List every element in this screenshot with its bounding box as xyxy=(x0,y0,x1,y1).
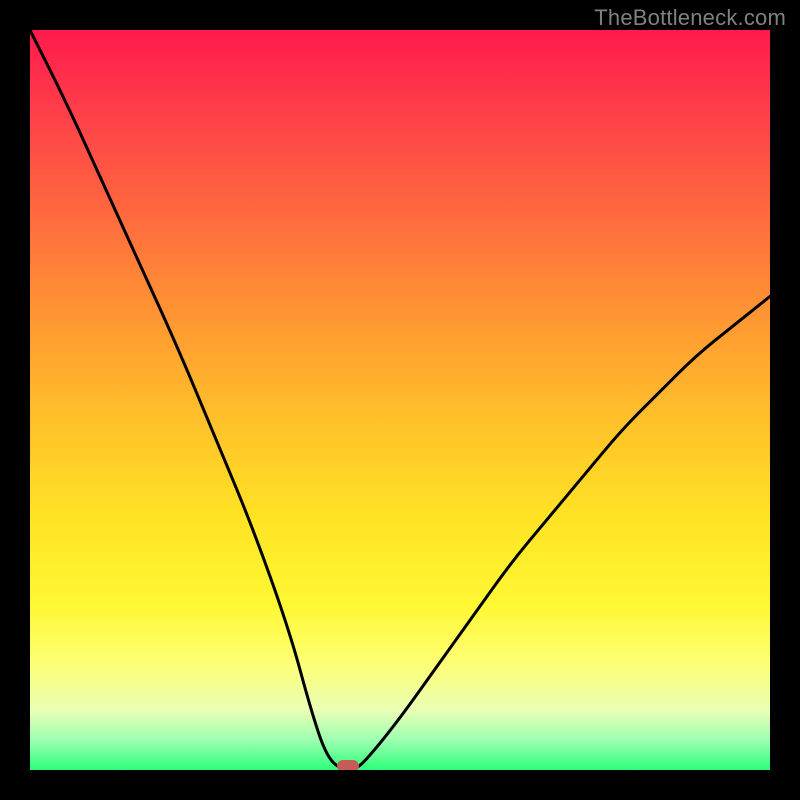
optimum-marker xyxy=(337,760,359,770)
watermark-text: TheBottleneck.com xyxy=(594,5,786,31)
chart-frame: TheBottleneck.com xyxy=(0,0,800,800)
bottleneck-curve xyxy=(30,30,770,770)
plot-area xyxy=(30,30,770,770)
